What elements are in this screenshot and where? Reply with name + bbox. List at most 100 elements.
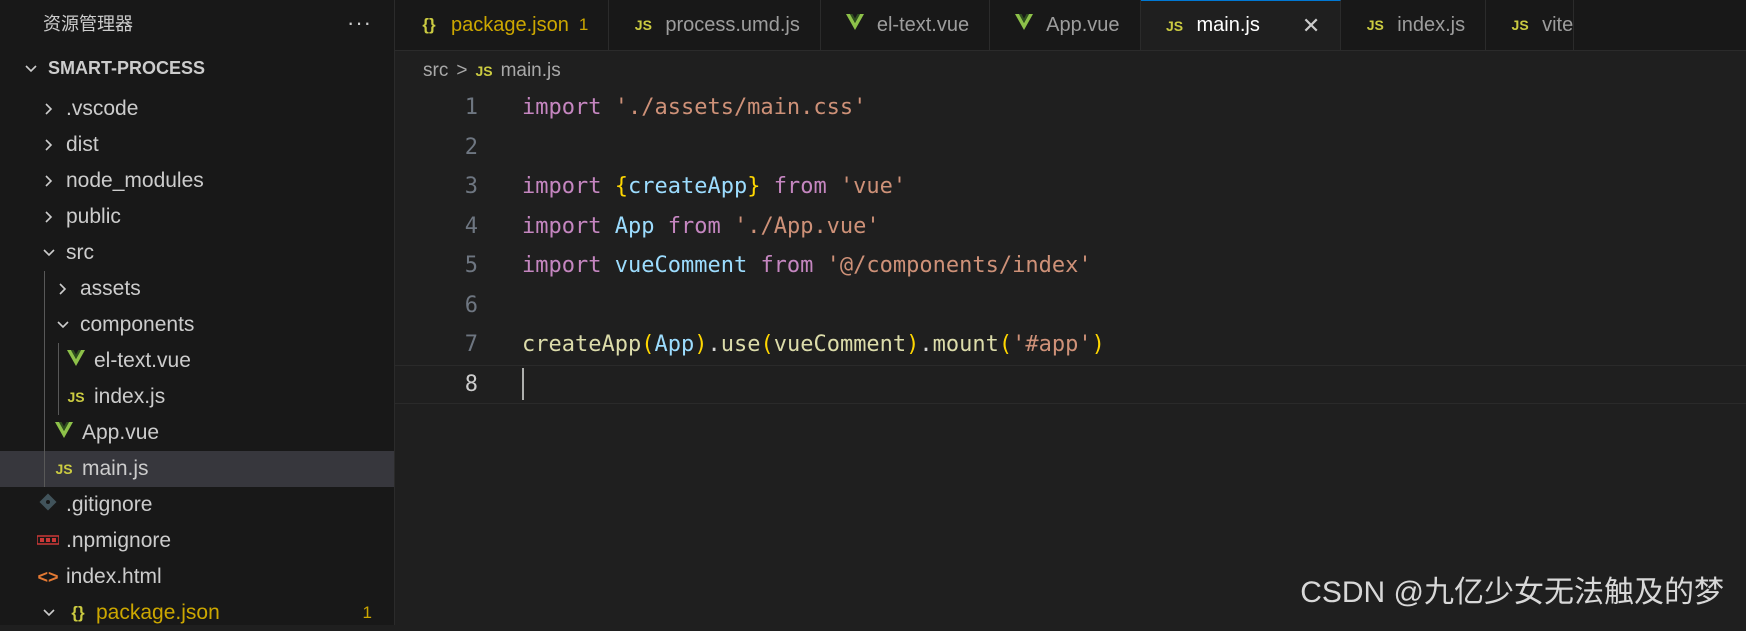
chevron-right-icon bbox=[38, 97, 60, 121]
code-text: import vueComment from '@/components/ind… bbox=[522, 253, 1092, 279]
indent-guide bbox=[44, 379, 45, 415]
indent-guide bbox=[44, 307, 45, 343]
chevron-right-icon bbox=[38, 133, 60, 157]
tree-item-label: App.vue bbox=[82, 421, 160, 444]
tab-label: el-text.vue bbox=[876, 13, 970, 36]
js-icon: JS bbox=[55, 461, 73, 477]
close-icon[interactable]: ✕ bbox=[1302, 13, 1320, 39]
tree-item-label: node_modules bbox=[66, 169, 204, 192]
tree-folder-src[interactable]: src bbox=[0, 235, 394, 271]
tree-item-label: main.js bbox=[82, 457, 149, 480]
workspace-root-label: SMART-PROCESS bbox=[48, 57, 206, 78]
line-number: 3 bbox=[464, 174, 478, 200]
chevron-down-icon bbox=[52, 313, 74, 337]
tab-index-js[interactable]: JS index.js bbox=[1341, 0, 1487, 50]
code-line[interactable]: 2 bbox=[395, 128, 1746, 168]
tab-label: App.vue bbox=[1046, 13, 1120, 36]
tab-label: vite bbox=[1542, 13, 1574, 36]
tree-file-index-js[interactable]: JS index.js bbox=[0, 379, 394, 415]
tab-vite[interactable]: JS vite bbox=[1486, 0, 1575, 50]
chevron-down-icon bbox=[38, 601, 60, 625]
tree-folder-node-modules[interactable]: node_modules bbox=[0, 163, 394, 199]
code-line[interactable]: 1 import './assets/main.css' bbox=[395, 88, 1746, 128]
tree-item-label: components bbox=[80, 313, 195, 336]
vue-icon bbox=[52, 421, 76, 445]
line-number: 7 bbox=[464, 332, 478, 358]
js-icon: JS bbox=[475, 63, 493, 79]
indent-guide bbox=[44, 343, 45, 379]
js-icon: JS bbox=[1511, 17, 1529, 33]
code-line[interactable]: 4 import App from './App.vue' bbox=[395, 207, 1746, 247]
indent-guide bbox=[44, 415, 45, 451]
editor-tab-bar: {} package.json 1 JS process.umd.js el-t… bbox=[395, 0, 1746, 51]
tab-label: package.json bbox=[451, 13, 569, 36]
tab-el-text-vue[interactable]: el-text.vue bbox=[821, 0, 991, 50]
code-line-current[interactable]: 8 bbox=[395, 364, 1746, 404]
chevron-down-icon bbox=[38, 241, 60, 265]
code-text: import './assets/main.css' bbox=[522, 95, 867, 121]
code-line[interactable]: 7 createApp(App).use(vueComment).mount('… bbox=[395, 325, 1746, 365]
tree-file-npmignore[interactable]: .npmignore bbox=[0, 523, 394, 559]
explorer-sidebar: 资源管理器 ··· SMART-PROCESS .vscode dist nod… bbox=[0, 0, 395, 625]
line-number: 5 bbox=[464, 253, 478, 279]
tab-process-umd-js[interactable]: JS process.umd.js bbox=[609, 0, 821, 50]
chevron-down-icon bbox=[20, 58, 42, 79]
line-number: 4 bbox=[464, 213, 478, 239]
tree-file-package-json[interactable]: {} package.json 1 bbox=[0, 595, 394, 631]
npm-icon bbox=[36, 534, 60, 549]
chevron-right-icon bbox=[38, 205, 60, 229]
tree-item-label: public bbox=[66, 205, 121, 228]
breadcrumb-file[interactable]: main.js bbox=[501, 60, 561, 82]
chevron-right-icon: > bbox=[456, 60, 468, 81]
code-line[interactable]: 5 import vueComment from '@/components/i… bbox=[395, 246, 1746, 286]
tree-folder-vscode[interactable]: .vscode bbox=[0, 91, 394, 127]
tree-item-label: dist bbox=[66, 133, 99, 156]
workspace-root[interactable]: SMART-PROCESS bbox=[0, 45, 394, 91]
problem-count-badge: 1 bbox=[578, 15, 589, 34]
chevron-right-icon bbox=[52, 277, 74, 301]
watermark: CSDN @九亿少女无法触及的梦 bbox=[1300, 576, 1724, 609]
tab-label: index.js bbox=[1397, 13, 1466, 36]
line-number: 1 bbox=[464, 95, 478, 121]
tree-folder-public[interactable]: public bbox=[0, 199, 394, 235]
json-icon: {} bbox=[422, 15, 436, 34]
tree-folder-assets[interactable]: assets bbox=[0, 271, 394, 307]
tab-package-json[interactable]: {} package.json 1 bbox=[395, 0, 610, 50]
indent-guide bbox=[58, 379, 59, 415]
tree-item-label: src bbox=[66, 241, 94, 264]
tab-label: main.js bbox=[1196, 14, 1260, 36]
tree-file-main-js[interactable]: JS main.js bbox=[0, 451, 394, 487]
html-icon: <> bbox=[37, 566, 59, 587]
indent-guide bbox=[58, 343, 59, 379]
line-number: 2 bbox=[464, 134, 478, 160]
more-actions-icon[interactable]: ··· bbox=[347, 10, 372, 36]
vue-icon bbox=[843, 13, 867, 37]
breadcrumb-folder[interactable]: src bbox=[423, 60, 448, 82]
tree-folder-dist[interactable]: dist bbox=[0, 127, 394, 163]
code-text: import {createApp} from 'vue' bbox=[522, 174, 907, 200]
tree-file-gitignore[interactable]: .gitignore bbox=[0, 487, 394, 523]
tree-item-label: .npmignore bbox=[66, 529, 172, 552]
tab-main-js[interactable]: JS main.js ✕ bbox=[1140, 0, 1342, 50]
tree-item-label: assets bbox=[80, 277, 141, 300]
vue-icon bbox=[1012, 13, 1036, 37]
tree-item-label: .gitignore bbox=[66, 493, 153, 516]
indent-guide bbox=[44, 451, 45, 487]
text-cursor bbox=[522, 368, 524, 401]
code-line[interactable]: 3 import {createApp} from 'vue' bbox=[395, 167, 1746, 207]
tab-app-vue[interactable]: App.vue bbox=[990, 0, 1141, 50]
tree-file-el-text-vue[interactable]: el-text.vue bbox=[0, 343, 394, 379]
tree-file-app-vue[interactable]: App.vue bbox=[0, 415, 394, 451]
code-text: createApp(App).use(vueComment).mount('#a… bbox=[522, 332, 1105, 358]
tree-item-label: el-text.vue bbox=[94, 349, 191, 372]
tree-file-index-html[interactable]: <> index.html bbox=[0, 559, 394, 595]
problem-count-badge: 1 bbox=[362, 603, 372, 622]
git-icon bbox=[36, 493, 60, 517]
vue-icon bbox=[64, 349, 88, 373]
js-icon: JS bbox=[67, 389, 85, 405]
code-line[interactable]: 6 bbox=[395, 286, 1746, 326]
code-editor[interactable]: 1 import './assets/main.css' 2 3 import … bbox=[395, 88, 1746, 625]
tab-label: process.umd.js bbox=[665, 13, 800, 36]
explorer-title: 资源管理器 bbox=[43, 13, 133, 34]
tree-folder-components[interactable]: components bbox=[0, 307, 394, 343]
